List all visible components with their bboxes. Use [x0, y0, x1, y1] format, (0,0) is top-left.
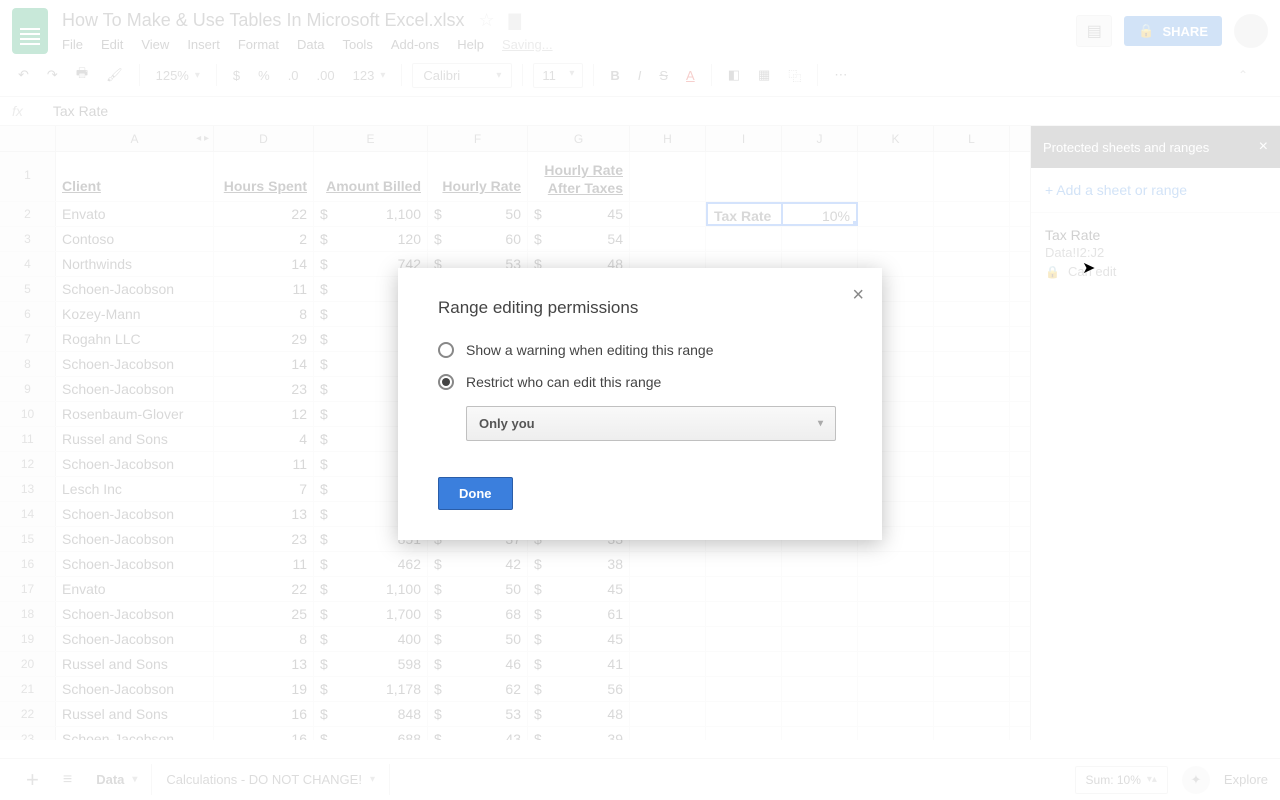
- radio-icon: [438, 342, 454, 358]
- chevron-down-icon: ▾: [818, 418, 823, 429]
- radio-icon: [438, 374, 454, 390]
- radio-restrict[interactable]: Restrict who can edit this range: [438, 374, 842, 390]
- dialog-title: Range editing permissions: [438, 298, 842, 318]
- radio-show-warning[interactable]: Show a warning when editing this range: [438, 342, 842, 358]
- mouse-cursor: ➤: [1082, 258, 1095, 278]
- dialog-close-button[interactable]: ×: [852, 284, 864, 307]
- restrict-select[interactable]: Only you ▾: [466, 406, 836, 441]
- done-button[interactable]: Done: [438, 477, 513, 510]
- range-permissions-dialog: × Range editing permissions Show a warni…: [398, 268, 882, 540]
